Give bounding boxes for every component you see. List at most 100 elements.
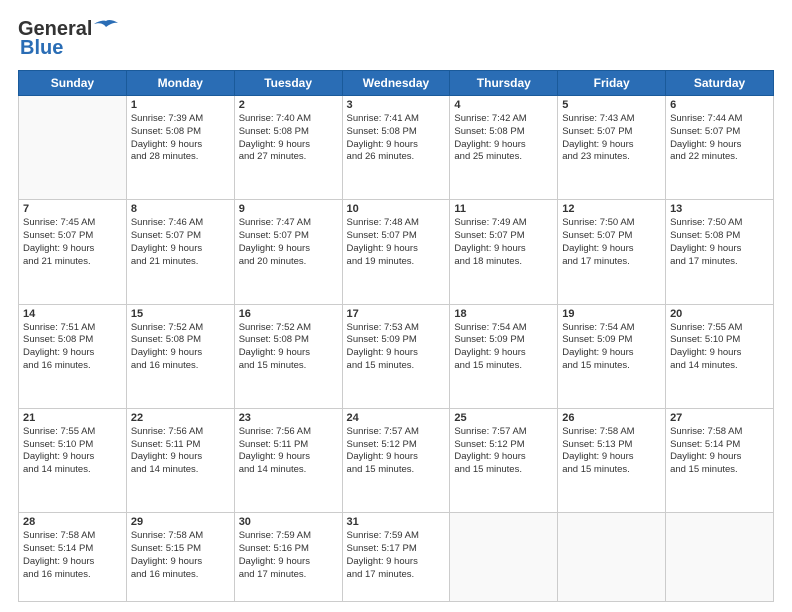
- calendar-week-3: 21 Sunrise: 7:55 AM Sunset: 5:10 PM Dayli…: [19, 408, 774, 512]
- day-number: 18: [454, 308, 553, 320]
- day-info: Sunrise: 7:53 AM Sunset: 5:09 PM Dayligh…: [347, 322, 446, 373]
- day-info: Sunrise: 7:58 AM Sunset: 5:15 PM Dayligh…: [131, 530, 230, 581]
- day-info: Sunrise: 7:47 AM Sunset: 5:07 PM Dayligh…: [239, 217, 338, 268]
- day-info: Sunrise: 7:56 AM Sunset: 5:11 PM Dayligh…: [131, 426, 230, 477]
- calendar-cell: 7 Sunrise: 7:45 AM Sunset: 5:07 PM Daylig…: [19, 200, 127, 304]
- calendar-cell: 25Sunrise: 7:57 AM Sunset: 5:12 PM Dayli…: [450, 408, 558, 512]
- day-number: 1: [131, 99, 230, 111]
- day-info: Sunrise: 7:46 AM Sunset: 5:07 PM Dayligh…: [131, 217, 230, 268]
- calendar-table: SundayMondayTuesdayWednesdayThursdayFrid…: [18, 70, 774, 602]
- day-number: 11: [454, 203, 553, 215]
- day-number: 24: [347, 412, 446, 424]
- calendar-cell: 8 Sunrise: 7:46 AM Sunset: 5:07 PM Daylig…: [126, 200, 234, 304]
- day-number: 13: [670, 203, 769, 215]
- day-info: Sunrise: 7:42 AM Sunset: 5:08 PM Dayligh…: [454, 113, 553, 164]
- day-number: 8: [131, 203, 230, 215]
- calendar-cell: 23 Sunrise: 7:56 AM Sunset: 5:11 PM Dayli…: [234, 408, 342, 512]
- day-info: Sunrise: 7:58 AM Sunset: 5:14 PM Dayligh…: [23, 530, 122, 581]
- day-info: Sunrise: 7:39 AM Sunset: 5:08 PM Dayligh…: [131, 113, 230, 164]
- logo-blue: Blue: [20, 37, 63, 60]
- day-info: Sunrise: 7:48 AM Sunset: 5:07 PM Dayligh…: [347, 217, 446, 268]
- day-number: 20: [670, 308, 769, 320]
- day-info: Sunrise: 7:55 AM Sunset: 5:10 PM Dayligh…: [23, 426, 122, 477]
- day-number: 7: [23, 203, 122, 215]
- calendar-cell: 24 Sunrise: 7:57 AM Sunset: 5:12 PM Dayli…: [342, 408, 450, 512]
- calendar-cell: 5 Sunrise: 7:43 AM Sunset: 5:07 PM Daylig…: [558, 96, 666, 200]
- weekday-header-tuesday: Tuesday: [234, 71, 342, 96]
- weekday-header-friday: Friday: [558, 71, 666, 96]
- weekday-header-row: SundayMondayTuesdayWednesdayThursdayFrid…: [19, 71, 774, 96]
- day-info: Sunrise: 7:54 AM Sunset: 5:09 PM Dayligh…: [454, 322, 553, 373]
- day-info: Sunrise: 7:57 AM Sunset: 5:12 PM Dayligh…: [454, 426, 553, 477]
- calendar-cell: 3Sunrise: 7:41 AM Sunset: 5:08 PM Daylig…: [342, 96, 450, 200]
- day-number: 17: [347, 308, 446, 320]
- day-info: Sunrise: 7:51 AM Sunset: 5:08 PM Dayligh…: [23, 322, 122, 373]
- calendar-week-2: 14 Sunrise: 7:51 AM Sunset: 5:08 PM Dayli…: [19, 304, 774, 408]
- day-number: 21: [23, 412, 122, 424]
- day-info: Sunrise: 7:43 AM Sunset: 5:07 PM Dayligh…: [562, 113, 661, 164]
- logo-bird-icon: [94, 19, 118, 37]
- calendar-cell: 27 Sunrise: 7:58 AM Sunset: 5:14 PM Dayli…: [666, 408, 774, 512]
- calendar-cell: 9 Sunrise: 7:47 AM Sunset: 5:07 PM Daylig…: [234, 200, 342, 304]
- day-info: Sunrise: 7:59 AM Sunset: 5:17 PM Dayligh…: [347, 530, 446, 581]
- calendar-cell: 12 Sunrise: 7:50 AM Sunset: 5:07 PM Dayli…: [558, 200, 666, 304]
- day-info: Sunrise: 7:49 AM Sunset: 5:07 PM Dayligh…: [454, 217, 553, 268]
- day-info: Sunrise: 7:40 AM Sunset: 5:08 PM Dayligh…: [239, 113, 338, 164]
- day-info: Sunrise: 7:55 AM Sunset: 5:10 PM Dayligh…: [670, 322, 769, 373]
- day-number: 10: [347, 203, 446, 215]
- day-number: 12: [562, 203, 661, 215]
- day-number: 28: [23, 516, 122, 528]
- page: General Blue SundayMondayTuesdayWednesda…: [0, 0, 792, 612]
- day-info: Sunrise: 7:56 AM Sunset: 5:11 PM Dayligh…: [239, 426, 338, 477]
- day-info: Sunrise: 7:50 AM Sunset: 5:08 PM Dayligh…: [670, 217, 769, 268]
- day-number: 23: [239, 412, 338, 424]
- day-number: 26: [562, 412, 661, 424]
- calendar-cell: 20 Sunrise: 7:55 AM Sunset: 5:10 PM Dayli…: [666, 304, 774, 408]
- calendar-cell: 29 Sunrise: 7:58 AM Sunset: 5:15 PM Dayli…: [126, 513, 234, 602]
- weekday-header-saturday: Saturday: [666, 71, 774, 96]
- calendar-cell: 19Sunrise: 7:54 AM Sunset: 5:09 PM Dayli…: [558, 304, 666, 408]
- calendar-cell: 30Sunrise: 7:59 AM Sunset: 5:16 PM Dayli…: [234, 513, 342, 602]
- day-info: Sunrise: 7:57 AM Sunset: 5:12 PM Dayligh…: [347, 426, 446, 477]
- day-number: 9: [239, 203, 338, 215]
- calendar-cell: [19, 96, 127, 200]
- calendar-cell: [558, 513, 666, 602]
- calendar-cell: 1 Sunrise: 7:39 AM Sunset: 5:08 PM Daylig…: [126, 96, 234, 200]
- day-info: Sunrise: 7:45 AM Sunset: 5:07 PM Dayligh…: [23, 217, 122, 268]
- calendar-week-0: 1 Sunrise: 7:39 AM Sunset: 5:08 PM Daylig…: [19, 96, 774, 200]
- day-number: 6: [670, 99, 769, 111]
- calendar-week-1: 7 Sunrise: 7:45 AM Sunset: 5:07 PM Daylig…: [19, 200, 774, 304]
- day-number: 2: [239, 99, 338, 111]
- calendar-cell: 28 Sunrise: 7:58 AM Sunset: 5:14 PM Dayli…: [19, 513, 127, 602]
- weekday-header-monday: Monday: [126, 71, 234, 96]
- day-number: 31: [347, 516, 446, 528]
- day-info: Sunrise: 7:52 AM Sunset: 5:08 PM Dayligh…: [131, 322, 230, 373]
- calendar-cell: 11 Sunrise: 7:49 AM Sunset: 5:07 PM Dayli…: [450, 200, 558, 304]
- calendar-cell: 10 Sunrise: 7:48 AM Sunset: 5:07 PM Dayli…: [342, 200, 450, 304]
- day-number: 22: [131, 412, 230, 424]
- calendar-cell: 2 Sunrise: 7:40 AM Sunset: 5:08 PM Daylig…: [234, 96, 342, 200]
- day-info: Sunrise: 7:52 AM Sunset: 5:08 PM Dayligh…: [239, 322, 338, 373]
- day-info: Sunrise: 7:50 AM Sunset: 5:07 PM Dayligh…: [562, 217, 661, 268]
- day-info: Sunrise: 7:58 AM Sunset: 5:14 PM Dayligh…: [670, 426, 769, 477]
- calendar-cell: 17 Sunrise: 7:53 AM Sunset: 5:09 PM Dayli…: [342, 304, 450, 408]
- calendar-cell: 26 Sunrise: 7:58 AM Sunset: 5:13 PM Dayli…: [558, 408, 666, 512]
- day-number: 27: [670, 412, 769, 424]
- calendar-cell: 18 Sunrise: 7:54 AM Sunset: 5:09 PM Dayli…: [450, 304, 558, 408]
- day-number: 5: [562, 99, 661, 111]
- calendar-cell: 6Sunrise: 7:44 AM Sunset: 5:07 PM Daylig…: [666, 96, 774, 200]
- day-number: 29: [131, 516, 230, 528]
- day-number: 14: [23, 308, 122, 320]
- day-number: 4: [454, 99, 553, 111]
- calendar-cell: 21 Sunrise: 7:55 AM Sunset: 5:10 PM Dayli…: [19, 408, 127, 512]
- day-number: 16: [239, 308, 338, 320]
- weekday-header-sunday: Sunday: [19, 71, 127, 96]
- calendar-cell: 14 Sunrise: 7:51 AM Sunset: 5:08 PM Dayli…: [19, 304, 127, 408]
- day-number: 3: [347, 99, 446, 111]
- day-number: 19: [562, 308, 661, 320]
- logo: General Blue: [18, 18, 118, 60]
- day-info: Sunrise: 7:58 AM Sunset: 5:13 PM Dayligh…: [562, 426, 661, 477]
- day-info: Sunrise: 7:59 AM Sunset: 5:16 PM Dayligh…: [239, 530, 338, 581]
- calendar-body: 1 Sunrise: 7:39 AM Sunset: 5:08 PM Daylig…: [19, 96, 774, 602]
- calendar-cell: 15Sunrise: 7:52 AM Sunset: 5:08 PM Dayli…: [126, 304, 234, 408]
